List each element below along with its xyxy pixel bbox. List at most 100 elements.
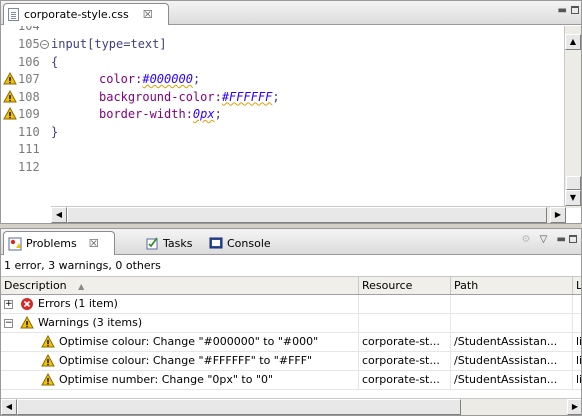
property-value: #FFFFFF: [221, 89, 273, 104]
group-row-errors[interactable]: + Errors (1 item): [1, 295, 581, 314]
property-name: background-color:: [99, 89, 222, 104]
editor-vertical-scrollbar[interactable]: ▲ ▼: [564, 26, 581, 208]
problems-table: Description ▲ Resource Path L + Errors (…: [1, 276, 581, 390]
warning-resource: corporate-st...: [359, 333, 451, 351]
warning-marker-icon[interactable]: [3, 72, 17, 86]
code-area[interactable]: 104 105 − input[type=text] 106 { 107 col…: [1, 26, 566, 206]
close-icon[interactable]: ☒: [143, 8, 153, 21]
expand-icon[interactable]: +: [4, 299, 13, 309]
maximize-icon[interactable]: [571, 6, 579, 14]
code-line: 104: [1, 26, 566, 36]
warning-marker-icon[interactable]: [3, 89, 17, 104]
column-location[interactable]: L: [573, 277, 581, 294]
editor-tab-bar: corporate-style.css ☒ ▬: [1, 1, 581, 25]
brace-text: {: [51, 54, 59, 69]
warning-location: li: [573, 333, 581, 351]
column-path[interactable]: Path: [451, 277, 573, 294]
editor-window-controls: ▬: [558, 5, 579, 16]
scroll-up-arrow-icon[interactable]: ▲: [565, 34, 581, 50]
warning-resource: corporate-st...: [359, 352, 451, 370]
table-row[interactable]: Optimise colour: Change "#000000" to "#0…: [1, 333, 581, 352]
horizontal-scroll-thumb[interactable]: [17, 399, 461, 415]
property-value: 0px: [192, 107, 215, 121]
warning-location: li: [573, 352, 581, 370]
brace-text: }: [51, 124, 59, 139]
table-header: Description ▲ Resource Path L: [1, 276, 581, 295]
tab-console[interactable]: Console: [205, 231, 275, 255]
warning-path: /StudentAssistan...: [451, 333, 573, 351]
problems-icon: [8, 237, 22, 250]
problems-summary: 1 error, 3 warnings, 0 others: [4, 259, 161, 272]
css-editor: corporate-style.css ☒ ▬ 104 105 − input[…: [0, 0, 582, 224]
tasks-icon: [146, 237, 158, 250]
scroll-down-arrow-icon[interactable]: ▼: [565, 190, 581, 206]
line-number: 109: [18, 107, 40, 121]
scroll-right-arrow-icon[interactable]: ▶: [550, 207, 566, 223]
scroll-left-arrow-icon[interactable]: ◀: [51, 207, 67, 223]
tab-tasks-label: Tasks: [163, 236, 193, 250]
line-number: 112: [18, 159, 40, 174]
editor-horizontal-scrollbar[interactable]: ◀ ▶: [51, 206, 566, 223]
scroll-right-arrow-icon[interactable]: ▶: [567, 399, 581, 415]
horizontal-scroll-thumb[interactable]: [67, 207, 547, 223]
table-row[interactable]: Optimise number: Change "0px" to "0" cor…: [1, 371, 581, 390]
line-number: 111: [18, 142, 40, 156]
close-icon[interactable]: ☒: [89, 237, 99, 250]
code-line: 110 }: [1, 124, 566, 142]
line-number: 108: [18, 89, 40, 104]
collapse-icon[interactable]: −: [4, 318, 13, 328]
tab-tasks[interactable]: Tasks: [141, 231, 196, 255]
console-icon: [209, 237, 223, 249]
editor-tab-label: corporate-style.css: [24, 8, 129, 21]
table-row[interactable]: Optimise colour: Change "#FFFFFF" to "#F…: [1, 352, 581, 371]
group-label: Warnings (3 items): [38, 316, 143, 329]
tab-problems[interactable]: Problems ☒: [3, 231, 115, 255]
editor-tab-corporate-style[interactable]: corporate-style.css ☒: [3, 3, 169, 25]
collapse-fold-icon[interactable]: −: [40, 40, 49, 49]
line-number: 106: [18, 54, 40, 69]
tab-problems-label: Problems: [26, 237, 77, 250]
warning-description: Optimise number: Change "0px" to "0": [59, 373, 274, 386]
scroll-left-arrow-icon[interactable]: ◀: [1, 399, 17, 415]
problems-horizontal-scrollbar[interactable]: ◀ ▶: [1, 398, 581, 415]
minimize-icon[interactable]: ▬: [558, 5, 571, 16]
code-line: 105 − input[type=text]: [1, 36, 566, 54]
code-line: 106 {: [1, 54, 566, 72]
problems-tab-bar: Problems ☒ Tasks Console ⚙ ▽ ▬: [1, 229, 581, 255]
tab-console-label: Console: [227, 236, 271, 250]
property-name: border-width:: [99, 107, 193, 121]
column-description[interactable]: Description ▲: [1, 277, 359, 294]
warning-icon: [41, 354, 55, 367]
warning-path: /StudentAssistan...: [451, 352, 573, 370]
warning-description: Optimise colour: Change "#FFFFFF" to "#F…: [59, 354, 313, 367]
code-line: 109 border-width:0px;: [1, 106, 566, 124]
code-line: 112: [1, 159, 566, 177]
warning-marker-icon[interactable]: [3, 107, 17, 121]
property-name: color:: [99, 72, 143, 86]
column-resource[interactable]: Resource: [359, 277, 451, 294]
warning-icon: [41, 335, 55, 348]
group-row-warnings[interactable]: − Warnings (3 items): [1, 314, 581, 333]
error-icon: [21, 298, 33, 310]
line-number: 110: [18, 124, 40, 139]
property-value: #000000: [142, 72, 193, 86]
warning-path: /StudentAssistan...: [451, 371, 573, 389]
declaration: color:#000000;: [99, 72, 201, 86]
group-label: Errors (1 item): [38, 297, 118, 310]
view-menu-icon[interactable]: ▽: [540, 234, 551, 245]
code-line: 108 background-color:#FFFFFF;: [1, 89, 566, 107]
minimize-icon[interactable]: ▬: [557, 234, 569, 245]
warning-icon: [41, 373, 55, 386]
line-number: 105: [18, 37, 40, 51]
warning-resource: corporate-st...: [359, 371, 451, 389]
maximize-icon[interactable]: [569, 235, 577, 243]
warning-location: li: [573, 371, 581, 389]
sort-ascending-icon: ▲: [78, 282, 85, 291]
problems-view: Problems ☒ Tasks Console ⚙ ▽ ▬ 1 error, …: [0, 228, 582, 416]
view-toolbar: ⚙ ▽ ▬: [522, 234, 577, 245]
code-line: 107 color:#000000;: [1, 71, 566, 89]
vertical-scroll-thumb[interactable]: [566, 176, 581, 190]
line-number: 104: [18, 26, 40, 33]
declaration: border-width:0px;: [99, 107, 222, 121]
filter-icon[interactable]: ⚙: [522, 234, 534, 245]
